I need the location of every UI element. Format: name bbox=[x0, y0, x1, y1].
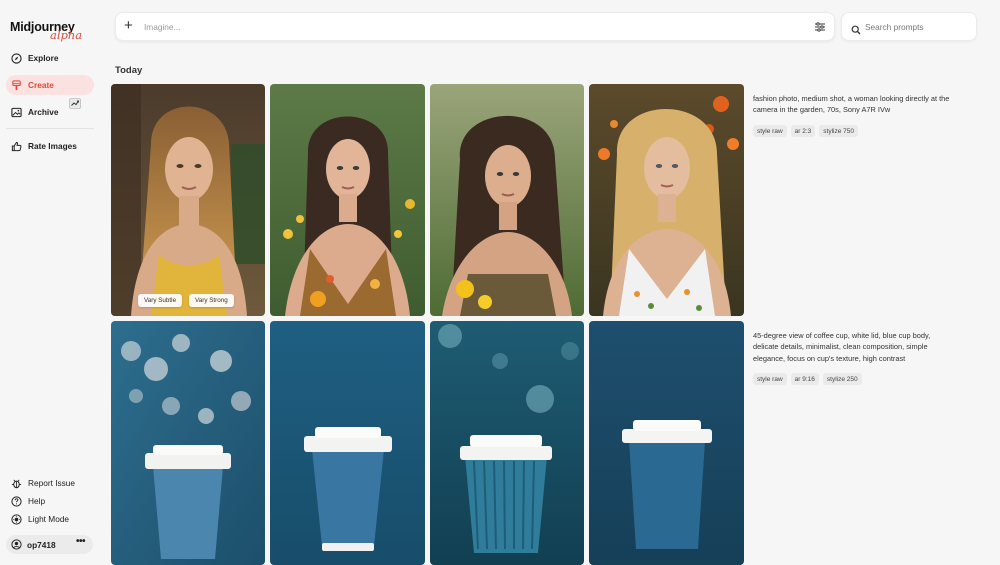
sidebar-item-create[interactable]: Create bbox=[6, 75, 94, 95]
prompt-tags-job-1: style raw ar 2:3 stylize 750 bbox=[753, 125, 858, 137]
vary-strong-button[interactable]: Vary Strong bbox=[189, 294, 234, 307]
user-avatar-icon bbox=[11, 539, 22, 550]
tag-stylize[interactable]: stylize 750 bbox=[819, 125, 858, 137]
sidebar-item-archive[interactable]: Archive bbox=[6, 102, 94, 122]
tag-style[interactable]: style raw bbox=[753, 373, 787, 385]
sidebar-item-label: Rate Images bbox=[28, 141, 77, 151]
generated-image-coffee-cup-1[interactable] bbox=[111, 321, 265, 565]
report-issue-label: Report Issue bbox=[28, 478, 76, 488]
generated-image-coffee-cup-3[interactable] bbox=[430, 321, 584, 565]
section-title-today: Today bbox=[115, 65, 143, 76]
thumbs-up-icon bbox=[11, 141, 22, 152]
prompt-text-job-2[interactable]: 45-degree view of coffee cup, white lid,… bbox=[753, 330, 953, 364]
settings-sliders-icon[interactable] bbox=[814, 20, 826, 32]
help-link[interactable]: Help bbox=[6, 493, 94, 509]
generated-image-woman-1[interactable]: Vary Subtle Vary Strong bbox=[111, 84, 265, 316]
sidebar: Midjourney alpha Explore Create Archive … bbox=[0, 0, 103, 565]
imagine-input-placeholder[interactable]: Imagine... bbox=[144, 22, 180, 32]
report-issue-link[interactable]: Report Issue bbox=[6, 475, 94, 491]
generated-image-coffee-cup-2[interactable] bbox=[270, 321, 425, 565]
compass-icon bbox=[11, 52, 22, 64]
sun-icon bbox=[11, 513, 22, 525]
user-account-menu[interactable]: op7418 ••• bbox=[6, 535, 93, 554]
sidebar-item-rate-images[interactable]: Rate Images bbox=[6, 136, 94, 156]
more-options-icon[interactable]: ••• bbox=[76, 536, 86, 547]
sidebar-divider bbox=[6, 128, 94, 129]
search-prompts-box[interactable]: Search prompts bbox=[841, 12, 977, 41]
tag-style[interactable]: style raw bbox=[753, 125, 787, 137]
generated-image-woman-4[interactable] bbox=[589, 84, 744, 316]
tag-aspect-ratio[interactable]: ar 9:16 bbox=[790, 373, 819, 385]
plus-icon[interactable]: + bbox=[124, 17, 133, 34]
generated-image-woman-3[interactable] bbox=[430, 84, 584, 316]
username: op7418 bbox=[27, 539, 56, 550]
alpha-badge: alpha bbox=[50, 28, 83, 42]
help-label: Help bbox=[28, 496, 46, 506]
brush-icon bbox=[11, 79, 22, 91]
search-icon bbox=[851, 22, 861, 35]
bug-icon bbox=[11, 478, 22, 489]
help-circle-icon bbox=[11, 495, 22, 507]
generated-image-coffee-cup-4[interactable] bbox=[589, 321, 744, 565]
light-mode-label: Light Mode bbox=[28, 514, 70, 524]
prompt-tags-job-2: style raw ar 9:16 stylize 250 bbox=[753, 373, 862, 385]
vary-subtle-button[interactable]: Vary Subtle bbox=[138, 294, 183, 307]
generated-image-woman-2[interactable] bbox=[270, 84, 425, 316]
image-icon bbox=[11, 107, 22, 118]
sidebar-item-label: Explore bbox=[28, 53, 59, 63]
imagine-prompt-bar[interactable]: + Imagine... bbox=[115, 12, 835, 41]
sidebar-item-explore[interactable]: Explore bbox=[6, 48, 94, 68]
sidebar-item-label: Archive bbox=[28, 107, 59, 117]
midjourney-logo[interactable]: Midjourney alpha bbox=[10, 18, 90, 48]
prompt-text-job-1[interactable]: fashion photo, medium shot, a woman look… bbox=[753, 93, 953, 116]
sidebar-item-label: Create bbox=[28, 80, 54, 90]
search-input-placeholder[interactable]: Search prompts bbox=[865, 22, 924, 32]
tag-stylize[interactable]: stylize 250 bbox=[822, 373, 862, 385]
tag-aspect-ratio[interactable]: ar 2:3 bbox=[790, 125, 816, 137]
light-mode-toggle[interactable]: Light Mode bbox=[6, 511, 94, 527]
